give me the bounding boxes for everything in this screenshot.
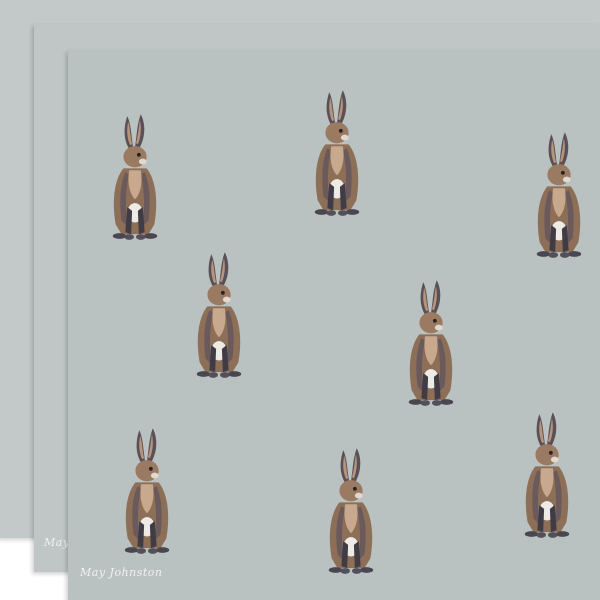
artist-signature-front: May Johnston [80, 566, 163, 579]
hare-illustration [308, 84, 366, 224]
hare-illustration [402, 274, 460, 414]
hare-illustration [530, 126, 588, 266]
hare-illustration [106, 108, 164, 248]
wrapping-paper-sheet-front: May Johnston [68, 50, 600, 600]
hare-illustration [322, 442, 380, 582]
hare-illustration [118, 422, 176, 562]
hare-illustration [518, 406, 576, 546]
hare-illustration [190, 246, 248, 386]
